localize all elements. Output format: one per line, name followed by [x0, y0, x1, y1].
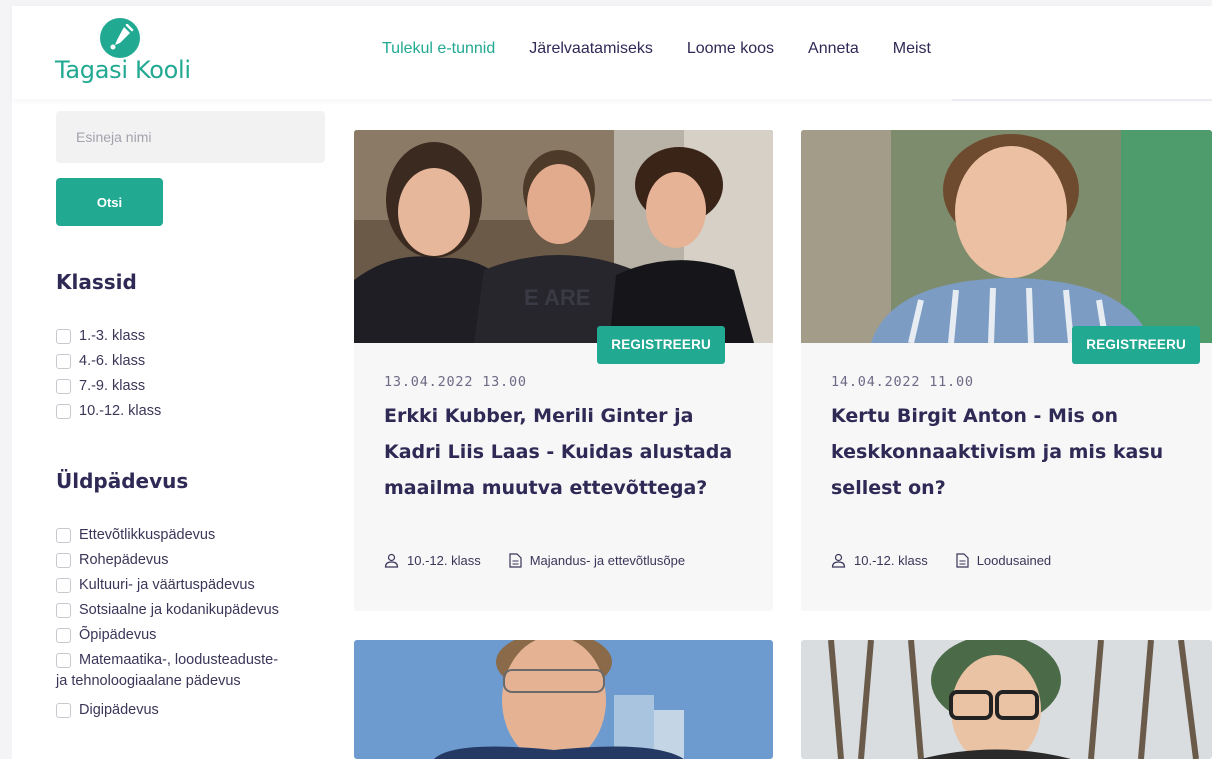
document-icon — [509, 553, 522, 568]
lesson-card[interactable] — [801, 640, 1212, 759]
filter-label: Ettevõtlikkuspädevus — [79, 527, 216, 543]
filter-option[interactable]: Ettevõtlikkuspädevus — [56, 523, 279, 548]
filter-label-continuation: ja tehnoloogiaalane pädevus — [56, 673, 241, 689]
svg-text:E ARE: E ARE — [524, 285, 590, 310]
logo-text: Tagasi Kooli — [55, 56, 191, 84]
checkbox[interactable] — [56, 553, 71, 568]
site-logo[interactable]: Tagasi Kooli — [55, 18, 195, 88]
lesson-card[interactable]: E ARE REGISTREERU 13.04.2022 13.00 Erkki… — [354, 130, 773, 611]
filter-label: 1.-3. klass — [79, 328, 146, 344]
filter-label: Rohepädevus — [79, 552, 169, 568]
filter-label: 7.-9. klass — [79, 378, 146, 394]
lesson-card[interactable] — [354, 640, 773, 759]
user-icon — [384, 553, 399, 568]
filter-option[interactable]: Matemaatika-, loodusteaduste- — [56, 648, 279, 673]
lesson-meta: 10.-12. klass Loodusained — [831, 553, 1051, 568]
main-nav: Tulekul e-tunnid Järelvaatamiseks Loome … — [382, 40, 965, 58]
filter-option[interactable]: Digipädevus — [56, 698, 159, 723]
search-button[interactable]: Otsi — [56, 178, 163, 226]
lesson-photo[interactable] — [354, 640, 773, 759]
lesson-subject: Loodusained — [976, 553, 1052, 568]
filter-label: Sotsiaalne ja kodanikupädevus — [79, 602, 279, 618]
classes-filter-title: Klassid — [56, 270, 137, 294]
page: Tagasi Kooli Tulekul e-tunnid Järelvaata… — [0, 0, 1212, 759]
lesson-card[interactable]: REGISTREERU 14.04.2022 11.00 Kertu Birgi… — [801, 130, 1212, 611]
lesson-photo[interactable] — [801, 640, 1212, 759]
competence-filter-title: Üldpädevus — [56, 469, 189, 493]
lesson-photo[interactable] — [801, 130, 1212, 343]
filter-option[interactable]: Kultuuri- ja väärtuspädevus — [56, 573, 279, 598]
filter-option[interactable]: Rohepädevus — [56, 548, 279, 573]
lesson-subject: Majandus- ja ettevõtlusõpe — [529, 553, 686, 568]
lesson-date: 13.04.2022 13.00 — [384, 374, 527, 390]
nav-item-donate[interactable]: Anneta — [808, 40, 859, 58]
competence-filter-list-cont: Digipädevus — [56, 698, 159, 723]
lesson-photo[interactable]: E ARE — [354, 130, 773, 343]
filter-option[interactable]: Sotsiaalne ja kodanikupädevus — [56, 598, 279, 623]
checkbox[interactable] — [56, 329, 71, 344]
checkbox[interactable] — [56, 603, 71, 618]
filter-option[interactable]: 1.-3. klass — [56, 324, 161, 349]
nav-item-create-together[interactable]: Loome koos — [687, 40, 774, 58]
lesson-title[interactable]: Kertu Birgit Anton - Mis on keskkonnaakt… — [831, 398, 1191, 506]
checkbox[interactable] — [56, 578, 71, 593]
nav-item-upcoming[interactable]: Tulekul e-tunnid — [382, 40, 495, 58]
nav-item-recordings[interactable]: Järelvaatamiseks — [529, 40, 653, 58]
filter-option[interactable]: Õpipädevus — [56, 623, 279, 648]
register-badge[interactable]: REGISTREERU — [597, 326, 725, 364]
register-badge[interactable]: REGISTREERU — [1072, 326, 1200, 364]
filter-label: Õpipädevus — [79, 627, 157, 643]
filter-label: 4.-6. klass — [79, 353, 146, 369]
bell-logo-icon — [100, 18, 140, 58]
lesson-class: 10.-12. klass — [854, 553, 928, 568]
checkbox[interactable] — [56, 404, 71, 419]
header-divider — [952, 99, 1212, 101]
lesson-title[interactable]: Erkki Kubber, Merili Ginter ja Kadri Lii… — [384, 398, 744, 506]
checkbox[interactable] — [56, 379, 71, 394]
filter-label: Kultuuri- ja väärtuspädevus — [79, 577, 255, 593]
filter-label: Digipädevus — [79, 702, 159, 718]
nav-item-about[interactable]: Meist — [893, 40, 931, 58]
checkbox[interactable] — [56, 703, 71, 718]
lesson-class: 10.-12. klass — [407, 553, 481, 568]
document-icon — [956, 553, 969, 568]
competence-filter-list: Ettevõtlikkuspädevus Rohepädevus Kultuur… — [56, 523, 279, 673]
lesson-meta: 10.-12. klass Majandus- ja ettevõtlusõpe — [384, 553, 685, 568]
filter-option[interactable]: 7.-9. klass — [56, 374, 161, 399]
filter-option[interactable]: 4.-6. klass — [56, 349, 161, 374]
classes-filter-list: 1.-3. klass 4.-6. klass 7.-9. klass 10.-… — [56, 324, 161, 424]
speaker-search-input[interactable] — [56, 111, 325, 163]
checkbox[interactable] — [56, 628, 71, 643]
checkbox[interactable] — [56, 354, 71, 369]
filter-label: 10.-12. klass — [79, 403, 162, 419]
checkbox[interactable] — [56, 528, 71, 543]
user-icon — [831, 553, 846, 568]
filter-label: Matemaatika-, loodusteaduste- — [79, 652, 279, 668]
site-header: Tagasi Kooli Tulekul e-tunnid Järelvaata… — [12, 6, 1212, 99]
checkbox[interactable] — [56, 653, 71, 668]
filter-option[interactable]: 10.-12. klass — [56, 399, 161, 424]
lesson-date: 14.04.2022 11.00 — [831, 374, 974, 390]
